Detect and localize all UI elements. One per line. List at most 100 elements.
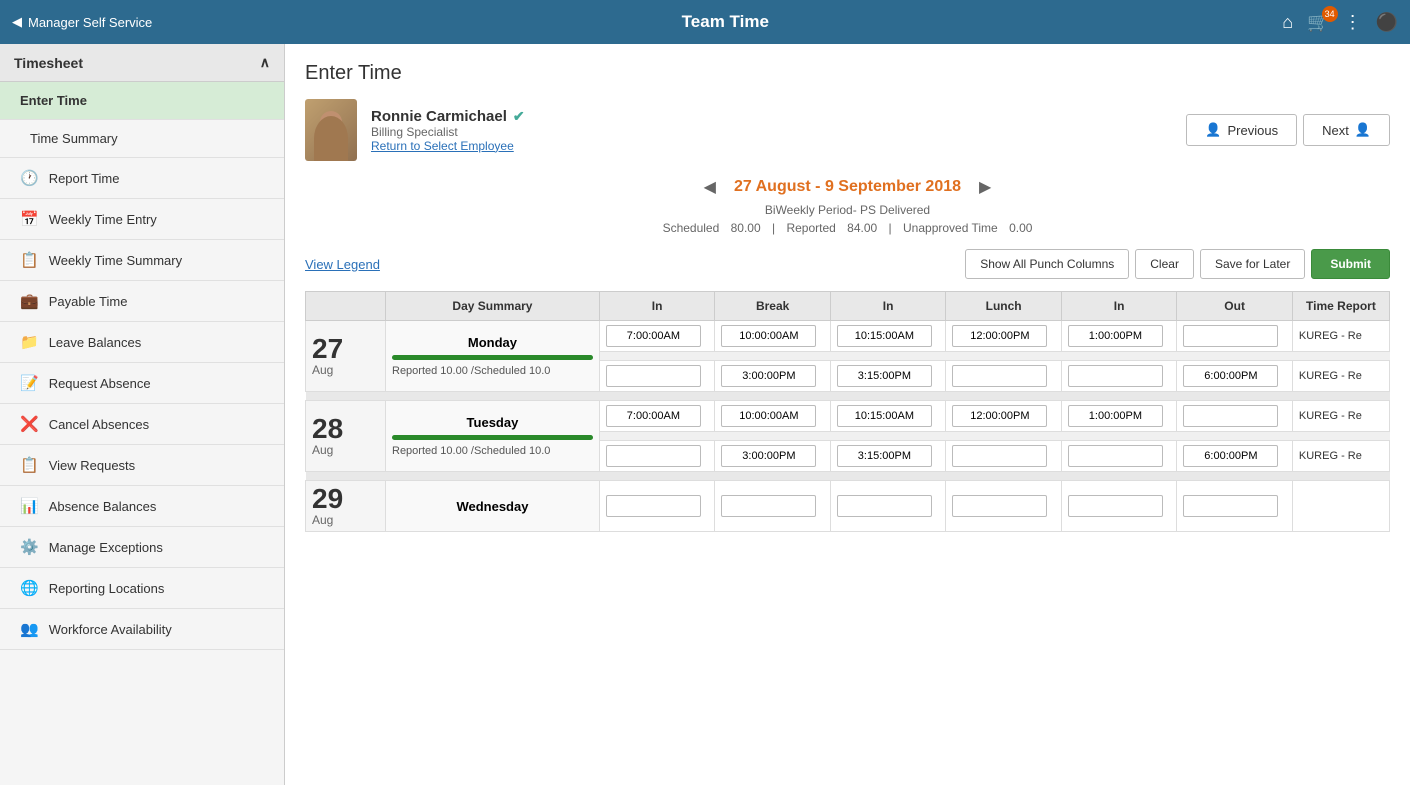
verified-icon: ✔ — [513, 108, 525, 125]
lunch-input-mon-1[interactable] — [952, 325, 1047, 347]
table-header-row: Day Summary In Break In Lunch In Out Tim… — [306, 292, 1390, 321]
sidebar-item-weekly-time-summary[interactable]: 📋 Weekly Time Summary — [0, 240, 284, 281]
user-icon[interactable]: ⚫ — [1376, 12, 1398, 33]
sidebar-item-reporting-locations[interactable]: 🌐 Reporting Locations — [0, 568, 284, 609]
out-input-tue-1[interactable] — [1183, 405, 1278, 427]
previous-button[interactable]: 👤 Previous — [1186, 114, 1297, 146]
view-legend-link[interactable]: View Legend — [305, 257, 380, 272]
lunch-input-wed-1[interactable] — [952, 495, 1047, 517]
out-input-mon-1[interactable] — [1183, 325, 1278, 347]
sidebar-item-leave-balances[interactable]: 📁 Leave Balances — [0, 322, 284, 363]
out-input-mon-2[interactable] — [1183, 365, 1278, 387]
in3-tue-1 — [1061, 401, 1177, 432]
sidebar-item-time-summary[interactable]: Time Summary — [0, 120, 284, 158]
reported-value: 84.00 — [847, 221, 877, 235]
progress-bg-monday — [392, 355, 593, 360]
sidebar-reporting-locations-label: Reporting Locations — [49, 581, 165, 596]
submit-button[interactable]: Submit — [1311, 249, 1390, 279]
lunch-tue-1 — [946, 401, 1062, 432]
in2-input-wed-1[interactable] — [837, 495, 932, 517]
sidebar-item-report-time[interactable]: 🕐 Report Time — [0, 158, 284, 199]
prev-person-icon: 👤 — [1205, 122, 1221, 138]
break-input-tue-1[interactable] — [721, 405, 816, 427]
workforce-availability-icon: 👥 — [20, 620, 39, 638]
actions-row: View Legend Show All Punch Columns Clear… — [305, 249, 1390, 279]
top-nav: ◀ Manager Self Service Team Time ⌂ 🛒 34 … — [0, 0, 1410, 44]
lunch-1-mon-2 — [946, 361, 1062, 392]
sidebar-weekly-time-entry-label: Weekly Time Entry — [49, 212, 157, 227]
lunch-input-mon-2[interactable] — [952, 365, 1047, 387]
in3-input-mon-1[interactable] — [1068, 325, 1163, 347]
in-input-mon-2[interactable] — [606, 365, 701, 387]
home-icon[interactable]: ⌂ — [1282, 12, 1293, 33]
out-1-mon-2 — [1177, 361, 1293, 392]
next-date-arrow[interactable]: ▶ — [979, 177, 991, 197]
payable-time-icon: 💼 — [20, 292, 39, 310]
in3-input-tue-1[interactable] — [1068, 405, 1163, 427]
sidebar-item-enter-time[interactable]: Enter Time — [0, 82, 284, 120]
save-for-later-button[interactable]: Save for Later — [1200, 249, 1305, 279]
absence-balances-icon: 📊 — [20, 497, 39, 515]
in3-input-tue-2[interactable] — [1068, 445, 1163, 467]
in-tue-1 — [599, 401, 715, 432]
in-input-wed-1[interactable] — [606, 495, 701, 517]
in2-input-mon-1[interactable] — [837, 325, 932, 347]
in2-input-mon-2[interactable] — [837, 365, 932, 387]
in-input-tue-1[interactable] — [606, 405, 701, 427]
sidebar-collapse-icon[interactable]: ∧ — [260, 54, 270, 71]
page-title: Enter Time — [305, 62, 1390, 85]
break-input-tue-2[interactable] — [721, 445, 816, 467]
sidebar-item-request-absence[interactable]: 📝 Request Absence — [0, 363, 284, 404]
day-cell-28: 28 Aug — [306, 401, 386, 472]
break-input-wed-1[interactable] — [721, 495, 816, 517]
show-all-punch-button[interactable]: Show All Punch Columns — [965, 249, 1129, 279]
in2-input-tue-2[interactable] — [837, 445, 932, 467]
in3-input-mon-2[interactable] — [1068, 365, 1163, 387]
in3-input-wed-1[interactable] — [1068, 495, 1163, 517]
out-input-tue-2[interactable] — [1183, 445, 1278, 467]
day-name-monday: Monday — [392, 335, 593, 350]
next-button[interactable]: Next 👤 — [1303, 114, 1390, 146]
break-input-mon-1[interactable] — [721, 325, 816, 347]
next-label: Next — [1322, 123, 1349, 138]
break-input-mon-2[interactable] — [721, 365, 816, 387]
lunch-wed-1 — [946, 481, 1062, 532]
break-tue-1 — [715, 401, 831, 432]
col-in2: In — [830, 292, 946, 321]
sidebar-item-workforce-availability[interactable]: 👥 Workforce Availability — [0, 609, 284, 650]
day-name-tuesday: Tuesday — [392, 415, 593, 430]
in-1-mon-1 — [599, 321, 715, 352]
prev-date-arrow[interactable]: ◀ — [704, 177, 716, 197]
sidebar-item-cancel-absences[interactable]: ❌ Cancel Absences — [0, 404, 284, 445]
progress-fill-tuesday — [392, 435, 593, 440]
code-tue-2: KUREG - Re — [1292, 441, 1389, 472]
table-row: 29 Aug Wednesday — [306, 481, 1390, 532]
sidebar-workforce-availability-label: Workforce Availability — [49, 622, 172, 637]
out-input-wed-1[interactable] — [1183, 495, 1278, 517]
col-day-summary: Day Summary — [386, 292, 600, 321]
sidebar-item-view-requests[interactable]: 📋 View Requests — [0, 445, 284, 486]
sidebar-time-summary-label: Time Summary — [30, 131, 118, 146]
in-input-mon-1[interactable] — [606, 325, 701, 347]
sidebar-item-manage-exceptions[interactable]: ⚙️ Manage Exceptions — [0, 527, 284, 568]
lunch-input-tue-1[interactable] — [952, 405, 1047, 427]
view-requests-icon: 📋 — [20, 456, 39, 474]
sidebar-item-absence-balances[interactable]: 📊 Absence Balances — [0, 486, 284, 527]
day-spacer — [306, 392, 1390, 401]
lunch-input-tue-2[interactable] — [952, 445, 1047, 467]
cart-icon[interactable]: 🛒 34 — [1307, 12, 1329, 33]
lunch-1-mon-1 — [946, 321, 1062, 352]
avatar — [305, 99, 357, 161]
sidebar: Timesheet ∧ Enter Time Time Summary 🕐 Re… — [0, 44, 285, 785]
code-wed-1 — [1292, 481, 1389, 532]
more-icon[interactable]: ⋮ — [1344, 12, 1362, 33]
sidebar-item-weekly-time-entry[interactable]: 📅 Weekly Time Entry — [0, 199, 284, 240]
in-input-tue-2[interactable] — [606, 445, 701, 467]
col-lunch: Lunch — [946, 292, 1062, 321]
sidebar-item-payable-time[interactable]: 💼 Payable Time — [0, 281, 284, 322]
back-button[interactable]: ◀ Manager Self Service — [12, 14, 152, 30]
in2-input-tue-1[interactable] — [837, 405, 932, 427]
clear-button[interactable]: Clear — [1135, 249, 1194, 279]
day-month-28: Aug — [312, 443, 379, 457]
return-link[interactable]: Return to Select Employee — [371, 139, 525, 153]
